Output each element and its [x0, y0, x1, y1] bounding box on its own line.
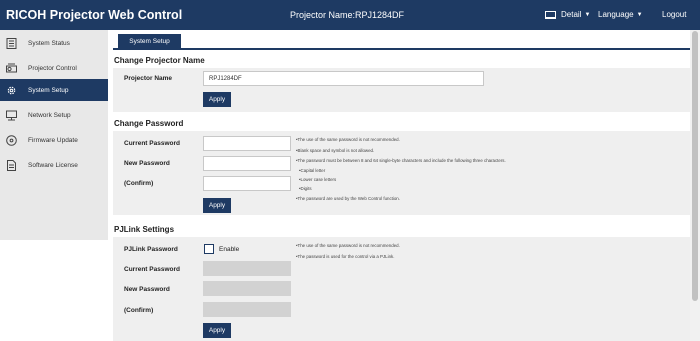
projector-icon — [6, 63, 17, 74]
pjlink-enable-checkbox[interactable] — [204, 244, 214, 254]
change-password-panel: Current Password New Password (Confirm) … — [113, 131, 690, 215]
gear-icon — [6, 85, 17, 96]
change-password-title: Change Password — [114, 119, 184, 128]
pjlink-note: •The use of the same password is not rec… — [296, 243, 400, 248]
sidebar-item-label: System Setup — [28, 86, 69, 94]
password-note: •Blank space and symbol is not allowed. — [296, 148, 375, 153]
top-navigation-bar: RICOH Projector Web Control Projector Na… — [0, 0, 700, 30]
password-note: •Digits — [299, 186, 312, 191]
new-password-input[interactable] — [203, 156, 291, 171]
sidebar-item-label: Network Setup — [28, 111, 71, 119]
system-status-icon — [6, 37, 17, 49]
projector-name-label: Projector Name — [124, 75, 173, 82]
language-label: Language — [598, 10, 634, 19]
sidebar-item-system-setup[interactable]: System Setup — [0, 79, 108, 101]
pjlink-confirm-password-label: (Confirm) — [124, 307, 154, 314]
current-password-label: Current Password — [124, 140, 180, 147]
tab-system-setup[interactable]: System Setup — [118, 34, 181, 48]
change-projector-name-panel: Projector Name RPJ1284DF Apply — [113, 68, 690, 112]
confirm-password-label: (Confirm) — [124, 180, 154, 187]
tab-underline — [113, 48, 690, 50]
password-note: •Capital letter — [299, 168, 326, 173]
detail-menu[interactable]: Detail ▼ — [545, 10, 590, 19]
pjlink-new-password-label: New Password — [124, 286, 170, 293]
password-note: •The password are used by the Web Contro… — [296, 196, 400, 201]
detail-label: Detail — [561, 10, 582, 19]
pjlink-password-label: PJLink Password — [124, 246, 178, 253]
password-note: •Lower case letters — [299, 177, 337, 182]
projector-name-display: Projector Name:RPJ1284DF — [290, 10, 405, 20]
apply-projector-name-button[interactable]: Apply — [203, 92, 231, 107]
pjlink-new-password-input[interactable] — [203, 281, 291, 296]
main-content: System Setup Change Projector Name Proje… — [108, 30, 690, 341]
pjlink-current-password-label: Current Password — [124, 266, 180, 273]
apply-pjlink-button[interactable]: Apply — [203, 323, 231, 338]
sidebar-item-label: Software License — [28, 161, 78, 169]
language-menu[interactable]: Language ▼ — [598, 10, 643, 19]
sidebar: System Status Projector Control System S… — [0, 30, 108, 240]
sidebar-item-label: Firmware Update — [28, 136, 78, 144]
confirm-password-input[interactable] — [203, 176, 291, 191]
password-note: •The password must be between 8 and 64 s… — [296, 158, 506, 163]
password-note: •The use of the same password is not rec… — [296, 137, 400, 142]
apply-password-button[interactable]: Apply — [203, 198, 231, 213]
pjlink-current-password-input[interactable] — [203, 261, 291, 276]
sidebar-item-projector-control[interactable]: Projector Control — [0, 57, 108, 79]
monitor-icon — [545, 10, 556, 19]
sidebar-item-label: System Status — [28, 39, 70, 47]
app-title: RICOH Projector Web Control — [6, 8, 183, 22]
change-projector-name-title: Change Projector Name — [114, 56, 205, 65]
sidebar-item-label: Projector Control — [28, 64, 77, 72]
firmware-disc-icon — [6, 134, 17, 146]
sidebar-item-software-license[interactable]: Software License — [0, 154, 108, 176]
caret-down-icon: ▼ — [584, 11, 591, 18]
pjlink-settings-title: PJLink Settings — [114, 225, 175, 234]
pjlink-confirm-password-input[interactable] — [203, 302, 291, 317]
new-password-label: New Password — [124, 160, 170, 167]
network-icon — [6, 110, 17, 121]
pjlink-enable-label: Enable — [219, 246, 240, 253]
pjlink-settings-panel: PJLink Password Enable Current Password … — [113, 237, 690, 341]
current-password-input[interactable] — [203, 136, 291, 151]
document-icon — [6, 159, 17, 171]
caret-down-icon: ▼ — [636, 11, 643, 18]
pjlink-note: •The password is used for the control vi… — [296, 254, 395, 259]
sidebar-item-network-setup[interactable]: Network Setup — [0, 104, 108, 126]
logout-link[interactable]: Logout — [662, 10, 686, 19]
sidebar-item-firmware-update[interactable]: Firmware Update — [0, 129, 108, 151]
projector-name-input[interactable]: RPJ1284DF — [203, 71, 484, 86]
vertical-scrollbar-thumb[interactable] — [692, 31, 698, 301]
sidebar-item-system-status[interactable]: System Status — [0, 32, 108, 54]
